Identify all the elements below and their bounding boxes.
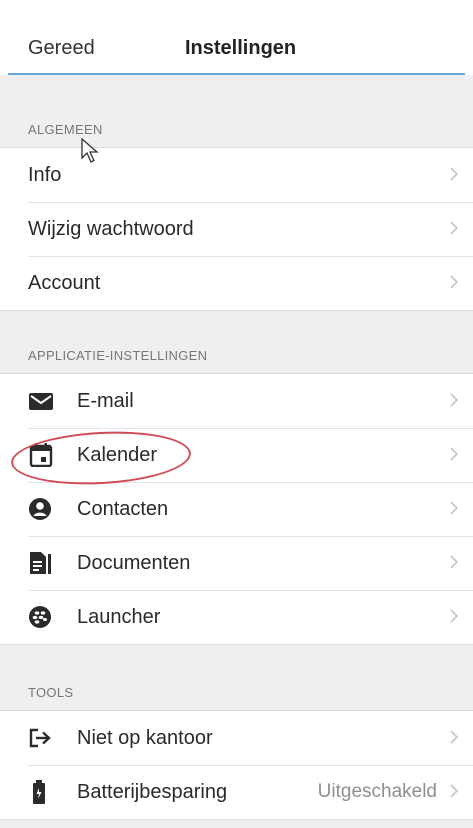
chevron-right-icon	[449, 390, 459, 410]
contact-icon	[28, 497, 54, 521]
settings-row-battery-saver[interactable]: Batterijbesparing Uitgeschakeld	[0, 765, 473, 819]
group-general: Info Wijzig wachtwoord Account	[0, 147, 473, 311]
section-header-general: ALGEMEEN	[0, 107, 473, 147]
chevron-right-icon	[449, 164, 459, 184]
chevron-right-icon	[449, 781, 459, 801]
row-label: E-mail	[77, 390, 134, 412]
section-header-label: APPLICATIE-INSTELLINGEN	[28, 348, 208, 363]
mouse-cursor-icon	[80, 137, 100, 164]
settings-row-documents[interactable]: Documenten	[0, 536, 473, 590]
done-button[interactable]: Gereed	[28, 37, 95, 60]
row-label: Launcher	[77, 606, 161, 628]
row-label: Wijzig wachtwoord	[28, 218, 194, 240]
section-header-label: TOOLS	[28, 685, 74, 700]
out-of-office-icon	[28, 726, 54, 750]
row-label: Batterijbesparing	[77, 781, 228, 803]
section-header-label: ALGEMEEN	[28, 122, 103, 137]
settings-row-change-password[interactable]: Wijzig wachtwoord	[0, 202, 473, 256]
chevron-right-icon	[449, 444, 459, 464]
battery-saver-status: Uitgeschakeld	[317, 781, 437, 802]
settings-row-contacts[interactable]: Contacten	[0, 482, 473, 536]
chevron-right-icon	[449, 606, 459, 626]
group-app-settings: E-mail Kalender Contacten Documenten Lau…	[0, 373, 473, 645]
chevron-right-icon	[449, 552, 459, 572]
section-header-app-settings: APPLICATIE-INSTELLINGEN	[0, 333, 473, 373]
chevron-right-icon	[449, 272, 459, 292]
settings-row-calendar[interactable]: Kalender	[0, 428, 473, 482]
settings-row-email[interactable]: E-mail	[0, 374, 473, 428]
settings-row-out-of-office[interactable]: Niet op kantoor	[0, 711, 473, 765]
calendar-icon	[28, 443, 54, 467]
section-header-tools: TOOLS	[0, 670, 473, 710]
chevron-right-icon	[449, 498, 459, 518]
settings-row-info[interactable]: Info	[0, 148, 473, 202]
group-tools: Niet op kantoor Batterijbesparing Uitges…	[0, 710, 473, 820]
row-label: Contacten	[77, 498, 169, 520]
row-label: Niet op kantoor	[77, 727, 213, 749]
row-label: Documenten	[77, 552, 191, 574]
nav-bar: Gereed Instellingen	[0, 0, 473, 75]
battery-icon	[28, 780, 54, 804]
mail-icon	[28, 389, 54, 413]
documents-icon	[28, 551, 54, 575]
settings-row-account[interactable]: Account	[0, 256, 473, 310]
nav-bar-divider	[8, 73, 465, 75]
launcher-icon	[28, 605, 54, 629]
page-title: Instellingen	[185, 37, 297, 59]
row-label: Kalender	[77, 444, 158, 466]
chevron-right-icon	[449, 727, 459, 747]
chevron-right-icon	[449, 218, 459, 238]
row-label: Account	[28, 272, 101, 294]
row-label: Info	[28, 164, 62, 186]
settings-row-launcher[interactable]: Launcher	[0, 590, 473, 644]
